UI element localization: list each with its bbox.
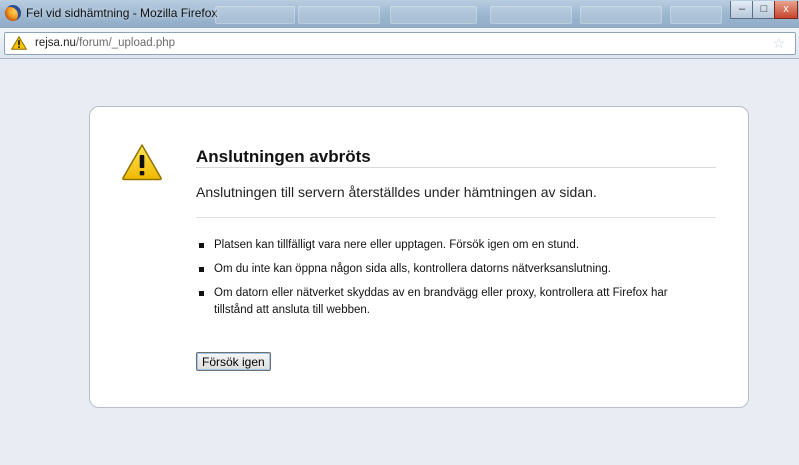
window-title: Fel vid sidhämtning - Mozilla Firefox	[26, 6, 218, 20]
taskbar-ghost	[390, 6, 477, 24]
list-item: Om du inte kan öppna någon sida alls, ko…	[196, 261, 686, 278]
taskbar-ghost	[670, 6, 722, 24]
maximize-button[interactable]: □	[752, 1, 776, 19]
url-text: rejsa.nu/forum/_upload.php	[35, 37, 175, 49]
list-item: Platsen kan tillfälligt vara nere eller …	[196, 237, 686, 254]
page-content: Anslutningen avbröts Anslutningen till s…	[0, 59, 799, 465]
taskbar-ghost	[215, 6, 295, 24]
warning-icon	[11, 36, 27, 50]
url-host: rejsa.nu	[35, 37, 76, 49]
navigation-bar: rejsa.nu/forum/_upload.php ☆	[0, 28, 799, 59]
url-path: /forum/_upload.php	[75, 37, 176, 49]
title-divider	[196, 167, 716, 168]
error-description: Anslutningen till servern återställdes u…	[196, 184, 597, 200]
taskbar-ghost	[490, 6, 572, 24]
minimize-button[interactable]: –	[730, 1, 754, 19]
title-bar: Fel vid sidhämtning - Mozilla Firefox – …	[0, 0, 799, 28]
retry-button[interactable]: Försök igen	[196, 352, 271, 371]
error-panel: Anslutningen avbröts Anslutningen till s…	[89, 106, 749, 408]
firefox-icon	[5, 5, 21, 21]
taskbar-ghost	[580, 6, 662, 24]
taskbar-ghost	[298, 6, 380, 24]
close-button[interactable]: x	[774, 1, 798, 19]
warning-triangle-icon	[122, 144, 162, 181]
address-bar[interactable]: rejsa.nu/forum/_upload.php ☆	[4, 32, 796, 55]
description-divider	[196, 217, 716, 218]
error-title: Anslutningen avbröts	[196, 147, 371, 166]
list-item: Om datorn eller nätverket skyddas av en …	[196, 285, 686, 319]
star-icon[interactable]: ☆	[772, 35, 785, 52]
error-suggestions: Platsen kan tillfälligt vara nere eller …	[196, 237, 686, 326]
